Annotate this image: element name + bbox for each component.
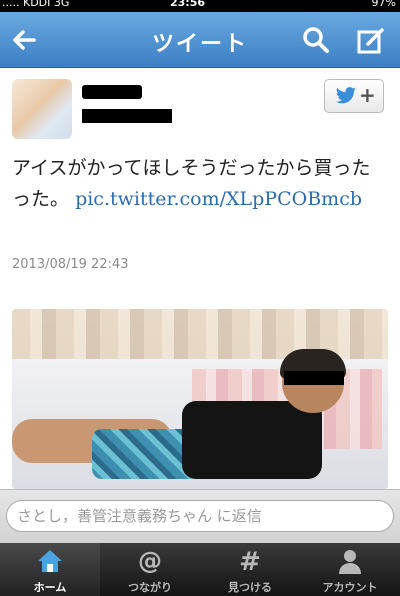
tweet-timestamp: 2013/08/19 22:43 [12,257,129,272]
tab-home-label: ホーム [33,581,67,594]
tab-account-label: アカウント [322,581,378,594]
tab-bar: ホーム @ つながり # 見つける アカウント [0,543,400,596]
photo-censor-bar [284,371,344,385]
tab-account[interactable]: アカウント [300,543,400,596]
avatar[interactable] [12,79,72,139]
redacted-display-name [82,85,142,99]
photo-shirt [182,401,322,479]
redacted-username [82,109,172,123]
tab-discover[interactable]: # 見つける [200,543,300,596]
tab-connect-label: つながり [128,581,172,594]
tab-connect[interactable]: @ つながり [100,543,200,596]
compose-icon [357,28,384,54]
tweet-photo[interactable] [12,309,388,489]
search-icon [303,27,329,53]
svg-text:@: @ [138,547,162,575]
tweet-media-link[interactable]: pic.twitter.com/XLpPCOBmcb [75,188,362,210]
page-title: ツイート [151,32,248,57]
carrier-label: ..... KDDI 3G [2,0,70,9]
status-bar: ..... KDDI 3G 23:56 97% [0,0,400,12]
compose-button[interactable] [355,24,387,56]
tab-home[interactable]: ホーム [0,543,100,596]
plus-icon: + [359,83,376,107]
tweet-detail: + アイスがかってほしそうだったから買ったった。 pic.twitter.com… [0,69,400,489]
clock: 23:56 [170,0,206,9]
twitter-bird-icon [335,87,357,104]
reply-bar: さとし，善管注意義務ちゃん に返信 [0,489,400,543]
tab-discover-label: 見つける [228,581,272,594]
reply-input[interactable]: さとし，善管注意義務ちゃん に返信 [6,500,394,532]
tweet-body: アイスがかってほしそうだったから買ったった。 pic.twitter.com/X… [12,153,388,215]
navigation-bar: ツイート [0,12,400,68]
person-icon [339,550,361,574]
follow-button[interactable]: + [324,79,384,113]
hash-icon: # [239,547,261,575]
svg-text:#: # [239,547,261,575]
at-icon: @ [138,547,162,575]
search-button[interactable] [300,24,332,56]
home-icon [38,550,62,572]
battery-percent: 97% [371,0,396,9]
